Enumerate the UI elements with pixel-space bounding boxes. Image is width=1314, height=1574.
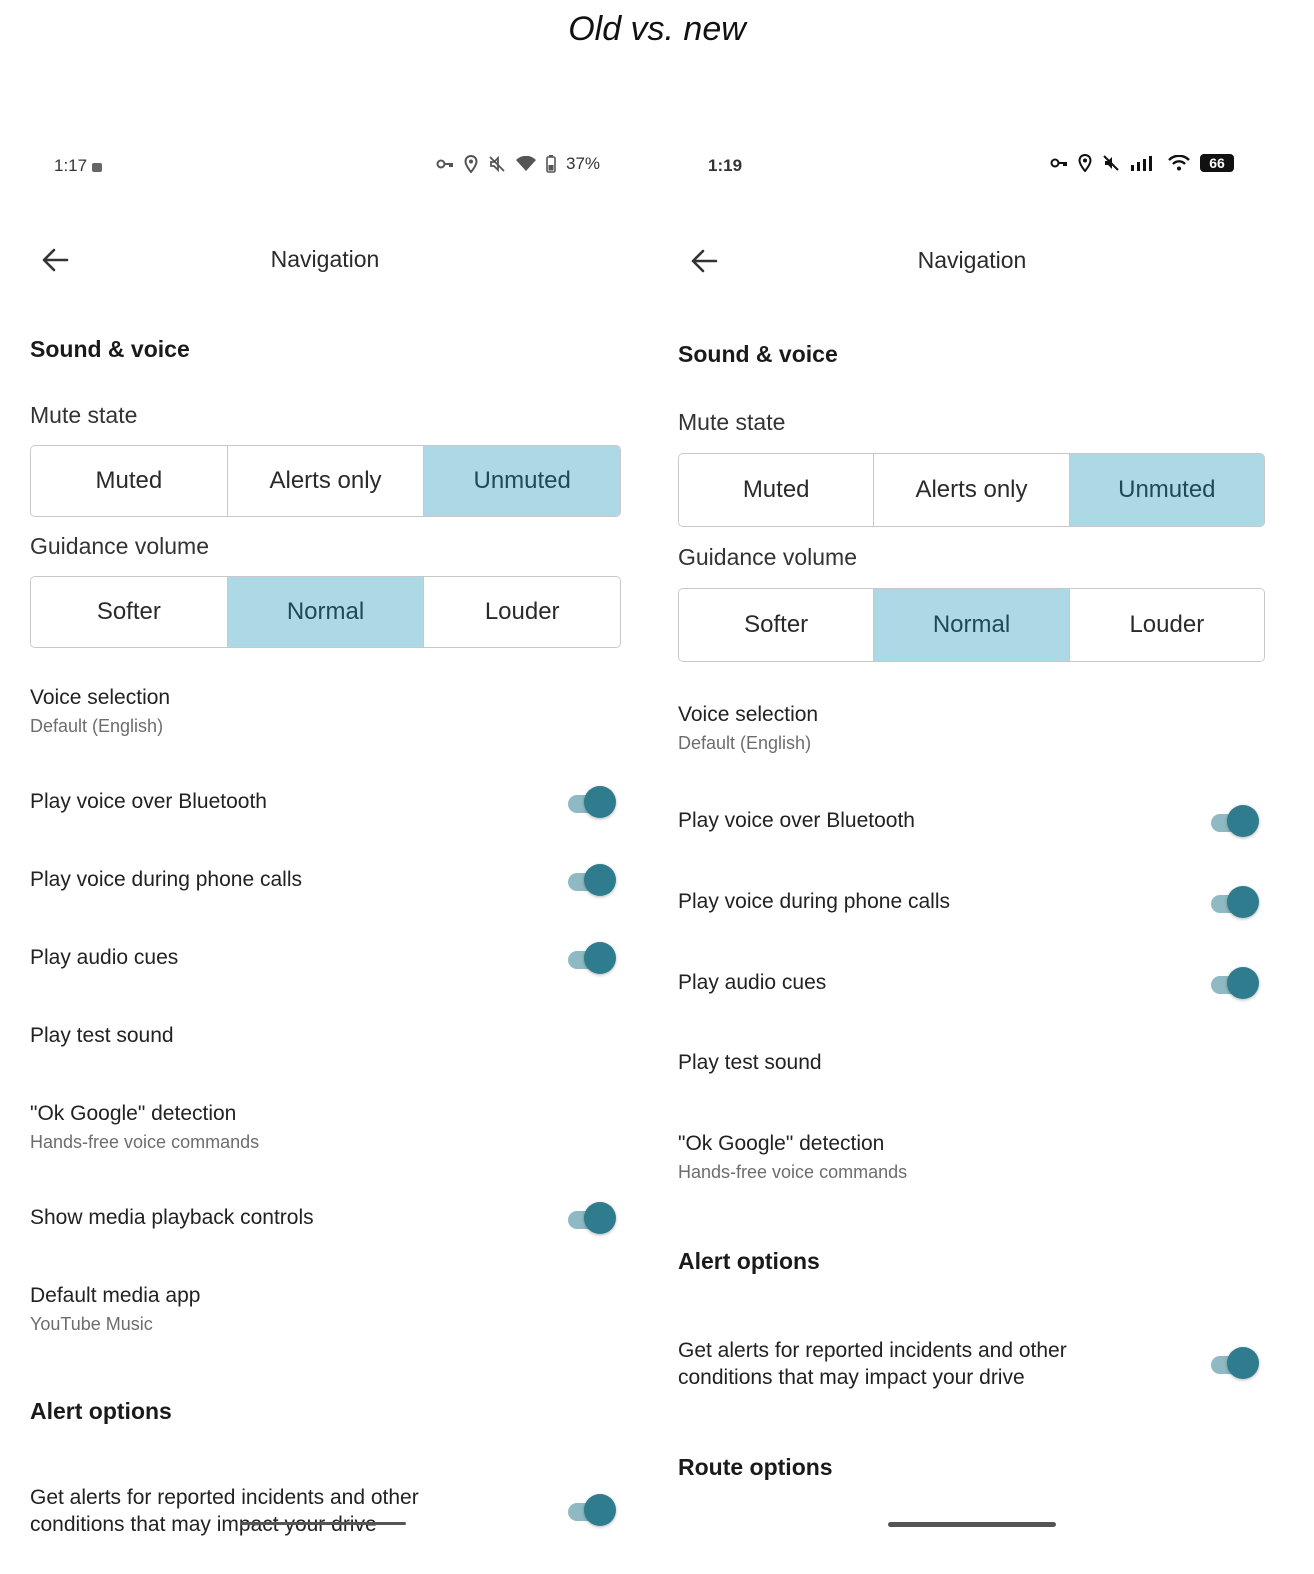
bluetooth-row[interactable]: Play voice over Bluetooth [650, 805, 1314, 841]
volume-option-normal[interactable]: Normal [227, 577, 425, 647]
home-indicator [888, 1522, 1056, 1527]
ok-google-row[interactable]: "Ok Google" detection Hands-free voice c… [650, 1132, 1314, 1192]
ok-google-row[interactable]: "Ok Google" detection Hands-free voice c… [0, 1102, 650, 1162]
default-media-app-value: YouTube Music [30, 1314, 153, 1334]
volume-option-louder[interactable]: Louder [424, 577, 620, 647]
voice-selection-title: Voice selection [30, 686, 171, 709]
default-media-app-row[interactable]: Default media app YouTube Music [0, 1284, 650, 1344]
alerts-toggle[interactable] [568, 1494, 618, 1528]
test-sound-title: Play test sound [30, 1024, 174, 1047]
voice-selection-title: Voice selection [678, 703, 819, 726]
voice-selection-value: Default (English) [678, 733, 812, 753]
section-sound-voice: Sound & voice [30, 336, 190, 362]
alerts-toggle[interactable] [1211, 1347, 1261, 1381]
mute-option-alerts-only[interactable]: Alerts only [227, 446, 425, 516]
voice-selection-row[interactable]: Voice selection Default (English) [0, 684, 650, 744]
bluetooth-title: Play voice over Bluetooth [678, 809, 915, 832]
audio-cues-toggle[interactable] [1211, 967, 1261, 1001]
guidance-volume-label: Guidance volume [30, 533, 209, 559]
bluetooth-toggle[interactable] [568, 786, 618, 820]
wifi-icon [516, 156, 536, 172]
status-time: 1:19 [708, 156, 743, 175]
key-icon [1050, 157, 1068, 169]
mute-option-alerts-only[interactable]: Alerts only [874, 454, 1070, 526]
test-sound-row[interactable]: Play test sound [0, 1024, 650, 1054]
mute-option-unmuted[interactable]: Unmuted [424, 446, 620, 516]
section-route-options: Route options [678, 1454, 833, 1480]
media-controls-row[interactable]: Show media playback controls [0, 1202, 650, 1238]
ok-google-title: "Ok Google" detection [30, 1102, 237, 1125]
test-sound-row[interactable]: Play test sound [650, 1051, 1314, 1081]
location-icon [1078, 154, 1092, 172]
phone-calls-title: Play voice during phone calls [30, 868, 302, 891]
ok-google-subtitle: Hands-free voice commands [678, 1162, 908, 1182]
alerts-title-line2: conditions that may impact your drive [678, 1366, 1025, 1389]
guidance-volume-label: Guidance volume [678, 544, 857, 570]
voice-selection-value: Default (English) [30, 716, 164, 736]
mute-icon [488, 155, 506, 173]
battery-icon [546, 155, 556, 173]
phone-calls-title: Play voice during phone calls [678, 890, 950, 913]
status-icons: 66 [1050, 154, 1234, 172]
new-settings-screen: 1:19 66 Navigation Sound & voice Mute st… [650, 0, 1314, 1574]
alerts-title: Get alerts for reported incidents and ot… [678, 1337, 1067, 1391]
old-settings-screen: 1:17 37% Navigation Sound & voice Mute s… [0, 0, 650, 1574]
battery-percent: 37% [566, 154, 601, 173]
guidance-volume-selector: Softer Normal Louder [678, 588, 1265, 662]
mute-icon [1102, 154, 1120, 172]
mute-option-muted[interactable]: Muted [679, 454, 875, 526]
volume-option-normal[interactable]: Normal [874, 589, 1070, 661]
mute-state-selector: Muted Alerts only Unmuted [30, 445, 621, 517]
mute-state-label: Mute state [678, 409, 786, 435]
audio-cues-row[interactable]: Play audio cues [0, 942, 650, 978]
status-time: 1:17 [54, 156, 88, 175]
status-icons: 37% [436, 154, 600, 174]
media-controls-toggle[interactable] [568, 1202, 618, 1236]
location-icon [464, 155, 478, 173]
phone-calls-toggle[interactable] [568, 864, 618, 898]
section-sound-voice: Sound & voice [678, 341, 838, 367]
section-alert-options: Alert options [30, 1398, 172, 1424]
notification-icon [90, 160, 104, 179]
bluetooth-toggle[interactable] [1211, 805, 1261, 839]
ok-google-subtitle: Hands-free voice commands [30, 1132, 260, 1152]
phone-calls-row[interactable]: Play voice during phone calls [0, 864, 650, 900]
battery-icon: 66 [1200, 154, 1234, 172]
bluetooth-row[interactable]: Play voice over Bluetooth [0, 786, 650, 822]
volume-option-softer[interactable]: Softer [31, 577, 228, 647]
media-controls-title: Show media playback controls [30, 1206, 314, 1229]
test-sound-title: Play test sound [678, 1051, 822, 1074]
signal-icon [1130, 155, 1158, 171]
mute-option-muted[interactable]: Muted [31, 446, 228, 516]
guidance-volume-selector: Softer Normal Louder [30, 576, 621, 648]
ok-google-title: "Ok Google" detection [678, 1132, 885, 1155]
phone-calls-row[interactable]: Play voice during phone calls [650, 886, 1314, 922]
page-title: Navigation [270, 246, 380, 272]
mute-option-unmuted[interactable]: Unmuted [1069, 454, 1264, 526]
audio-cues-row[interactable]: Play audio cues [650, 967, 1314, 1003]
audio-cues-toggle[interactable] [568, 942, 618, 976]
page-title: Navigation [917, 247, 1027, 273]
phone-calls-toggle[interactable] [1211, 886, 1261, 920]
mute-state-label: Mute state [30, 402, 138, 428]
alerts-title: Get alerts for reported incidents and ot… [30, 1484, 419, 1538]
mute-state-selector: Muted Alerts only Unmuted [678, 453, 1265, 527]
alerts-title-line1: Get alerts for reported incidents and ot… [30, 1486, 419, 1509]
section-alert-options: Alert options [678, 1248, 820, 1274]
volume-option-softer[interactable]: Softer [679, 589, 875, 661]
home-indicator [240, 1522, 406, 1525]
audio-cues-title: Play audio cues [678, 971, 827, 994]
wifi-icon [1168, 155, 1190, 171]
volume-option-louder[interactable]: Louder [1069, 589, 1264, 661]
bluetooth-title: Play voice over Bluetooth [30, 790, 267, 813]
audio-cues-title: Play audio cues [30, 946, 179, 969]
voice-selection-row[interactable]: Voice selection Default (English) [650, 701, 1314, 761]
default-media-app-title: Default media app [30, 1284, 201, 1307]
key-icon [436, 158, 454, 170]
alerts-title-line1: Get alerts for reported incidents and ot… [678, 1339, 1067, 1362]
alerts-row[interactable]: Get alerts for reported incidents and ot… [0, 1484, 650, 1544]
alerts-row[interactable]: Get alerts for reported incidents and ot… [650, 1337, 1314, 1397]
